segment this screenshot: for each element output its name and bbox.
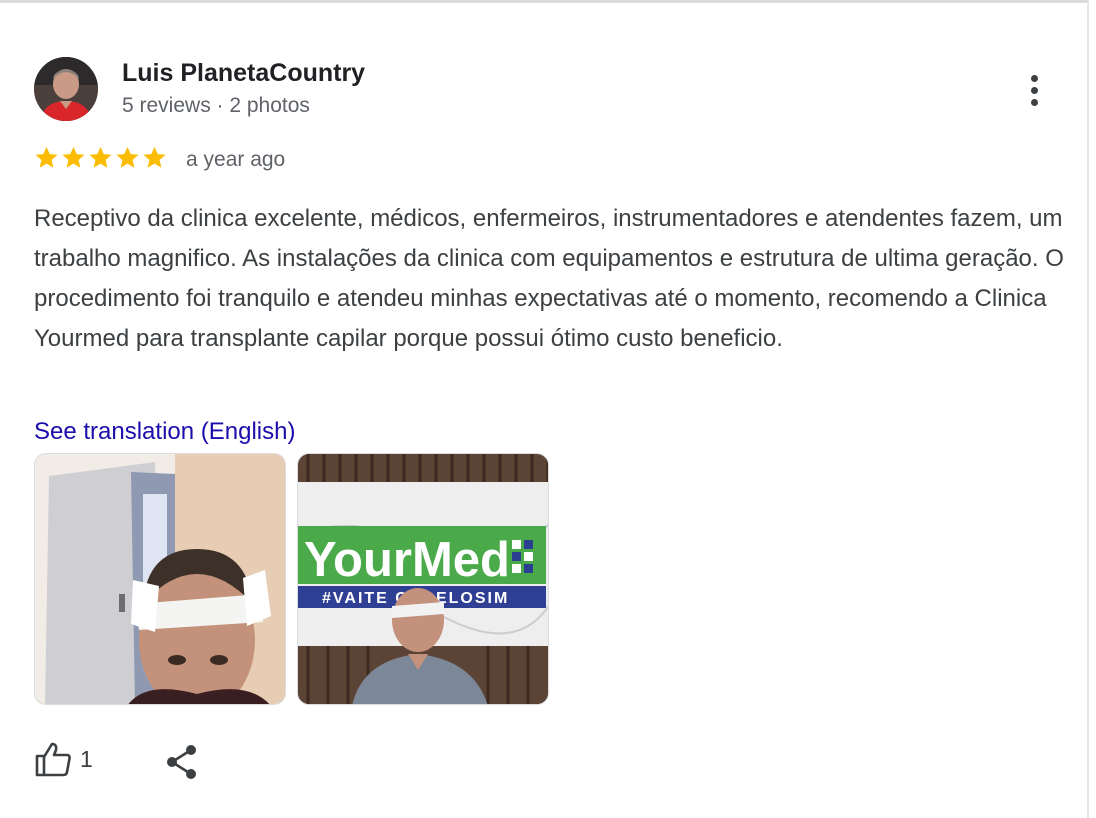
star-rating bbox=[34, 145, 167, 170]
like-count: 1 bbox=[80, 745, 93, 772]
review-photo-1[interactable] bbox=[34, 453, 286, 705]
review-card: Luis PlanetaCountry 5 reviews · 2 photos… bbox=[0, 0, 1089, 818]
star-icon bbox=[89, 146, 112, 168]
like-button[interactable]: 1 bbox=[34, 741, 93, 777]
thumbs-up-icon bbox=[35, 742, 71, 777]
star-icon bbox=[116, 146, 139, 168]
see-translation-link[interactable]: See translation (English) bbox=[34, 418, 295, 446]
share-button[interactable] bbox=[164, 743, 200, 786]
more-vert-icon[interactable] bbox=[1018, 69, 1050, 111]
review-photo-2[interactable]: YourMed #VAITE CABELOSIM bbox=[297, 453, 549, 705]
avatar[interactable] bbox=[34, 57, 98, 121]
star-icon bbox=[35, 146, 58, 168]
review-date: a year ago bbox=[186, 148, 286, 171]
reviewer-name[interactable]: Luis PlanetaCountry bbox=[122, 59, 365, 88]
star-icon bbox=[62, 146, 85, 168]
reviewer-stats: 5 reviews · 2 photos bbox=[122, 94, 310, 117]
logo-text: YourMed bbox=[304, 533, 510, 587]
share-icon bbox=[167, 745, 196, 779]
review-text: Receptivo da clinica excelente, médicos,… bbox=[34, 205, 1064, 352]
star-icon bbox=[143, 146, 166, 168]
